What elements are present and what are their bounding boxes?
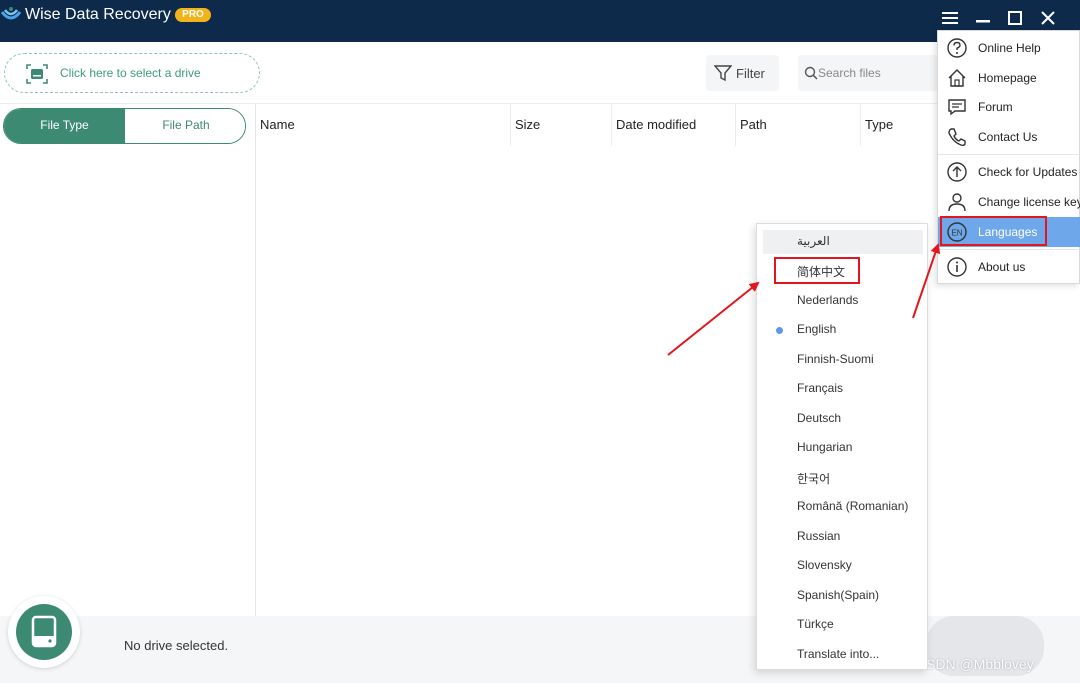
language-submenu: العربية 简体中文 Nederlands English Finnish-…	[756, 223, 928, 670]
language-option-slovak[interactable]: Slovensky	[763, 554, 923, 578]
menu-item-check-for-updates[interactable]: Check for Updates	[938, 157, 1080, 187]
pro-badge: PRO	[175, 8, 211, 22]
language-label: Nederlands	[797, 293, 859, 307]
menu-item-change-license-key[interactable]: Change license key	[938, 187, 1080, 217]
filter-icon	[714, 65, 732, 82]
menu-item-online-help[interactable]: Online Help	[938, 33, 1080, 63]
menu-item-label: Homepage	[978, 71, 1037, 85]
left-panel: File Type File Path	[0, 104, 256, 616]
column-header-date-modified[interactable]: Date modified	[611, 104, 735, 146]
language-option-finnish[interactable]: Finnish-Suomi	[763, 348, 923, 372]
file-table-header: Name Size Date modified Path Type	[256, 104, 942, 146]
watermark: CSDN @Mbblovey	[916, 656, 1034, 672]
column-header-size[interactable]: Size	[510, 104, 611, 146]
language-label: Finnish-Suomi	[797, 352, 874, 366]
minimize-icon	[976, 20, 990, 23]
tab-file-path[interactable]: File Path	[125, 109, 245, 143]
selected-dot-icon	[776, 327, 783, 334]
language-label: 한국어	[797, 472, 831, 486]
search-input[interactable]	[818, 64, 934, 82]
minimize-button[interactable]	[971, 6, 995, 30]
arrow-to-chinese	[667, 281, 760, 356]
drive-status-text: No drive selected.	[124, 638, 229, 653]
menu-item-label: Change license key	[978, 195, 1080, 209]
menu-item-label: Online Help	[978, 41, 1041, 55]
language-option-german[interactable]: Deutsch	[763, 407, 923, 431]
home-icon	[948, 69, 966, 87]
language-option-romanian[interactable]: Română (Romanian)	[763, 495, 923, 519]
language-label: Slovensky	[797, 558, 852, 572]
menu-item-about-us[interactable]: About us	[938, 252, 1080, 282]
language-option-english[interactable]: English	[763, 318, 923, 342]
hamburger-icon	[942, 12, 958, 24]
phone-icon	[948, 128, 966, 147]
select-drive-label: Click here to select a drive	[60, 66, 201, 80]
language-option-hungarian[interactable]: Hungarian	[763, 436, 923, 460]
drive-scan-icon	[26, 64, 48, 84]
menu-button[interactable]	[938, 6, 962, 30]
menu-item-contact-us[interactable]: Contact Us	[938, 122, 1080, 152]
language-option-translate[interactable]: Translate into...	[763, 643, 923, 667]
filter-button[interactable]: Filter	[706, 55, 779, 91]
app-title: Wise Data Recovery	[25, 6, 171, 23]
select-drive-button[interactable]: Click here to select a drive	[4, 53, 260, 93]
language-label: Russian	[797, 529, 841, 543]
question-icon	[947, 38, 967, 58]
menu-item-homepage[interactable]: Homepage	[938, 63, 1080, 93]
language-label: Deutsch	[797, 411, 842, 425]
menu-item-label: About us	[978, 260, 1026, 274]
language-option-korean[interactable]: 한국어	[763, 466, 923, 490]
language-label: Spanish(Spain)	[797, 588, 880, 602]
language-option-french[interactable]: Français	[763, 377, 923, 401]
filter-label: Filter	[736, 66, 765, 81]
column-header-type[interactable]: Type	[860, 104, 942, 146]
language-label: Română (Romanian)	[797, 499, 909, 513]
forum-icon	[948, 99, 966, 116]
column-header-name[interactable]: Name	[256, 104, 510, 146]
app-logo-icon	[0, 7, 22, 20]
menu-item-label: Check for Updates	[978, 165, 1078, 179]
user-icon	[948, 193, 966, 212]
language-option-russian[interactable]: Russian	[763, 525, 923, 549]
menu-item-forum[interactable]: Forum	[938, 92, 1080, 122]
language-option-arabic[interactable]: العربية	[763, 230, 923, 254]
chinese-highlight-box	[774, 257, 860, 284]
language-label: English	[797, 322, 837, 336]
title-bar: Wise Data Recovery PRO	[0, 0, 1080, 42]
language-option-spanish[interactable]: Spanish(Spain)	[763, 584, 923, 608]
language-label: Translate into...	[797, 647, 880, 661]
language-option-dutch[interactable]: Nederlands	[763, 289, 923, 313]
column-header-path[interactable]: Path	[735, 104, 860, 146]
menu-divider	[938, 249, 1080, 250]
menu-item-label: Contact Us	[978, 130, 1038, 144]
menu-divider	[938, 154, 1080, 155]
languages-highlight-box	[940, 216, 1047, 246]
close-button[interactable]	[1036, 6, 1060, 30]
hard-drive-icon	[31, 615, 57, 648]
maximize-button[interactable]	[1003, 6, 1027, 30]
update-icon	[947, 162, 967, 182]
language-label: Hungarian	[797, 440, 853, 454]
search-icon	[804, 66, 818, 80]
language-label: Français	[797, 381, 844, 395]
maximize-icon	[1008, 11, 1022, 25]
search-box[interactable]	[798, 55, 938, 91]
view-toggle: File Type File Path	[3, 108, 246, 144]
language-label: العربية	[797, 234, 830, 248]
info-icon	[947, 257, 967, 277]
drive-button[interactable]	[8, 596, 80, 668]
close-icon	[1041, 11, 1055, 25]
language-label: Türkçe	[797, 617, 834, 631]
menu-item-label: Forum	[978, 100, 1013, 114]
tab-file-type[interactable]: File Type	[4, 109, 125, 143]
language-option-turkish[interactable]: Türkçe	[763, 613, 923, 637]
